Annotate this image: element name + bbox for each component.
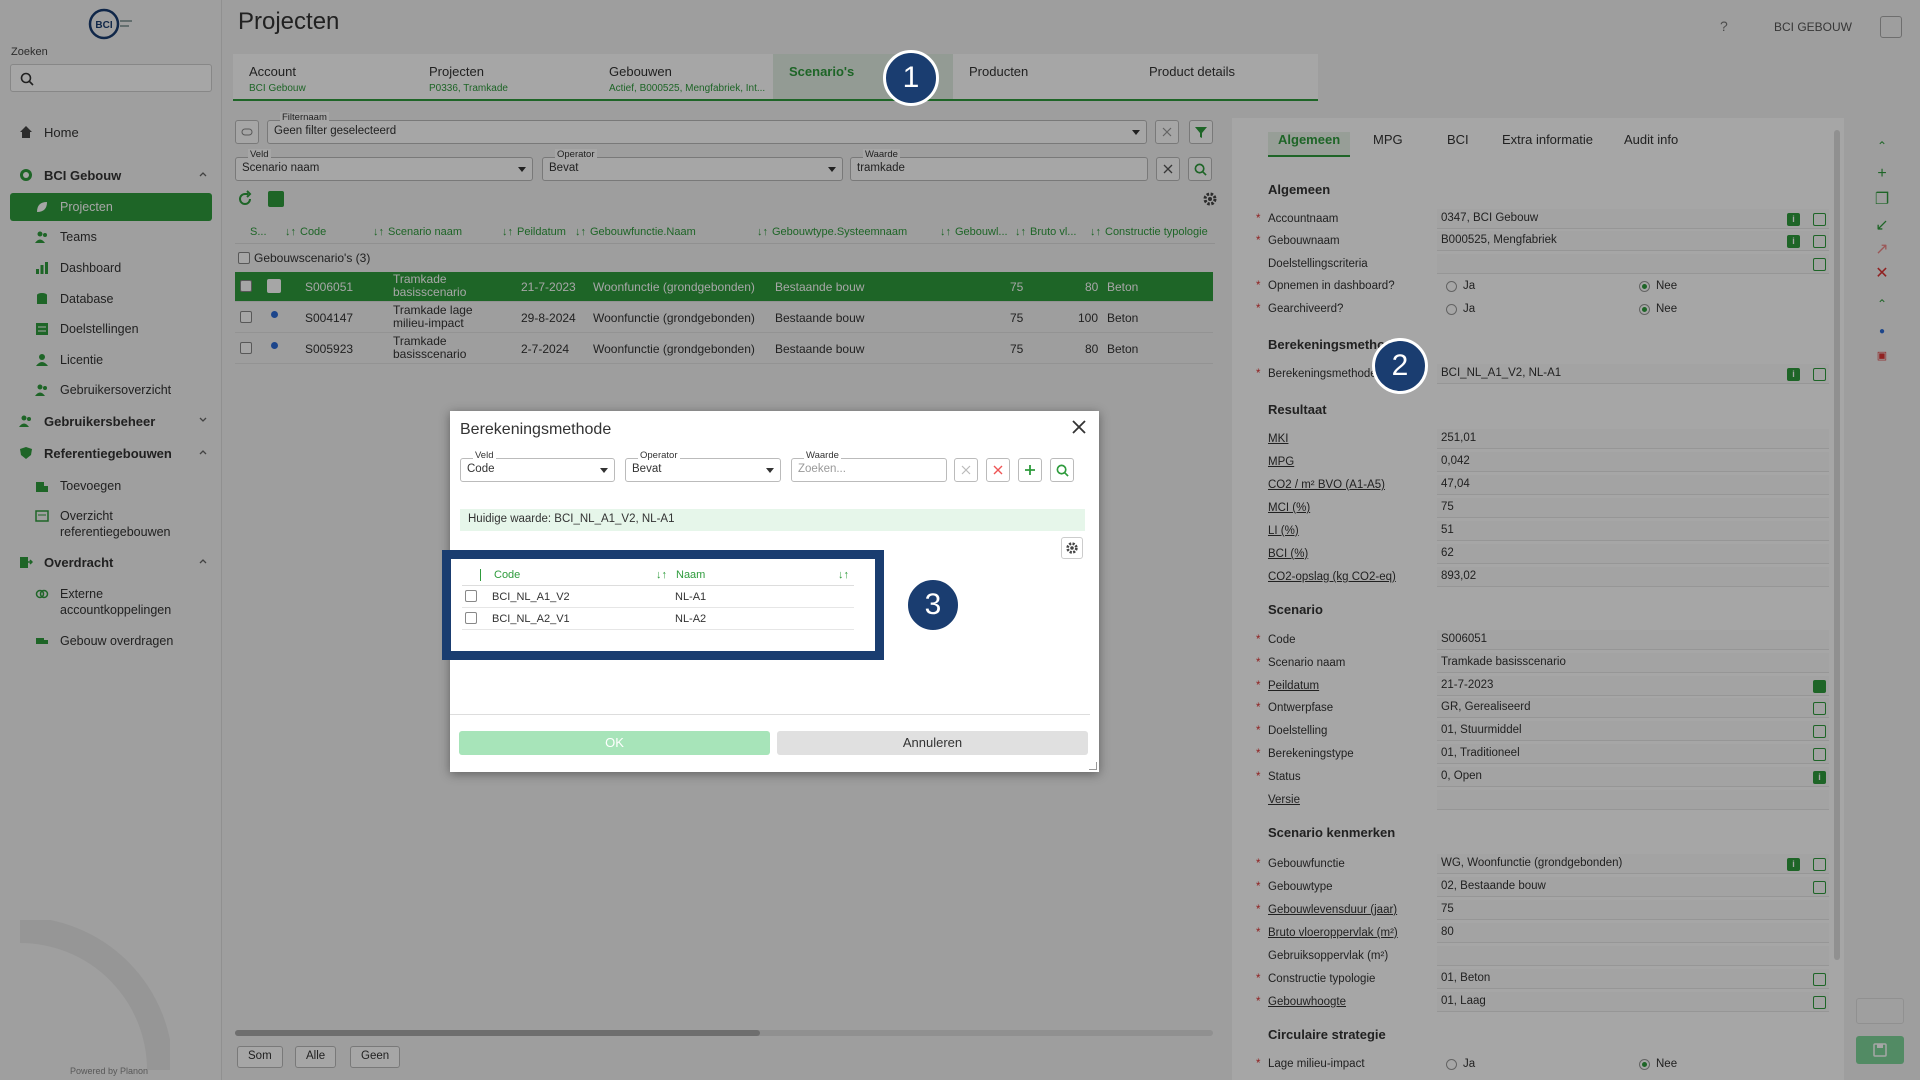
step-badge-1: 1	[883, 50, 939, 106]
dropdown-icon	[600, 468, 608, 473]
gear-icon[interactable]	[1061, 537, 1083, 559]
modal-waarde-input[interactable]: Waarde Zoeken...	[791, 450, 947, 482]
column-header-code[interactable]: Code	[494, 569, 520, 581]
add-icon[interactable]	[1018, 458, 1042, 482]
field-label: Operator	[638, 450, 680, 461]
placeholder-text: Zoeken...	[798, 463, 846, 475]
modal-operator-select[interactable]: Operator Bevat	[625, 450, 781, 482]
sort-icon[interactable]: ↓↑	[656, 569, 667, 581]
search-icon[interactable]	[1050, 458, 1074, 482]
remove-icon[interactable]	[986, 458, 1010, 482]
field-value: Bevat	[632, 463, 662, 475]
sort-icon[interactable]: ↓↑	[838, 569, 849, 581]
field-value: Code	[467, 463, 495, 475]
ok-button[interactable]: OK	[459, 731, 770, 755]
resize-handle[interactable]	[1089, 762, 1097, 770]
clear-icon[interactable]	[954, 458, 978, 482]
cell-code: BCI_NL_A1_V2	[492, 591, 570, 603]
close-icon[interactable]	[1071, 419, 1089, 437]
step-badge-3: 3	[905, 577, 961, 633]
cell-naam: NL-A2	[675, 613, 707, 625]
result-row[interactable]: BCI_NL_A1_V2 NL-A1	[462, 586, 854, 608]
column-header-naam[interactable]: Naam	[676, 569, 705, 581]
dropdown-icon	[766, 468, 774, 473]
cell-code: BCI_NL_A2_V1	[492, 613, 570, 625]
row-checkbox[interactable]	[465, 612, 477, 624]
field-label: Waarde	[804, 450, 841, 461]
dialog-title: Berekeningsmethode	[460, 421, 612, 438]
step-badge-2: 2	[1372, 338, 1428, 394]
field-label: Veld	[473, 450, 496, 461]
row-checkbox[interactable]	[465, 590, 477, 602]
modal-veld-select[interactable]: Veld Code	[460, 450, 615, 482]
dialog-divider	[450, 714, 1090, 715]
cancel-button[interactable]: Annuleren	[777, 731, 1088, 755]
column-divider	[480, 569, 481, 581]
result-grid-header: Code ↓↑ Naam ↓↑	[462, 566, 854, 586]
current-value-banner: Huidige waarde: BCI_NL_A1_V2, NL-A1	[460, 509, 1085, 531]
cell-naam: NL-A1	[675, 591, 707, 603]
result-row[interactable]: BCI_NL_A2_V1 NL-A2	[462, 608, 854, 630]
